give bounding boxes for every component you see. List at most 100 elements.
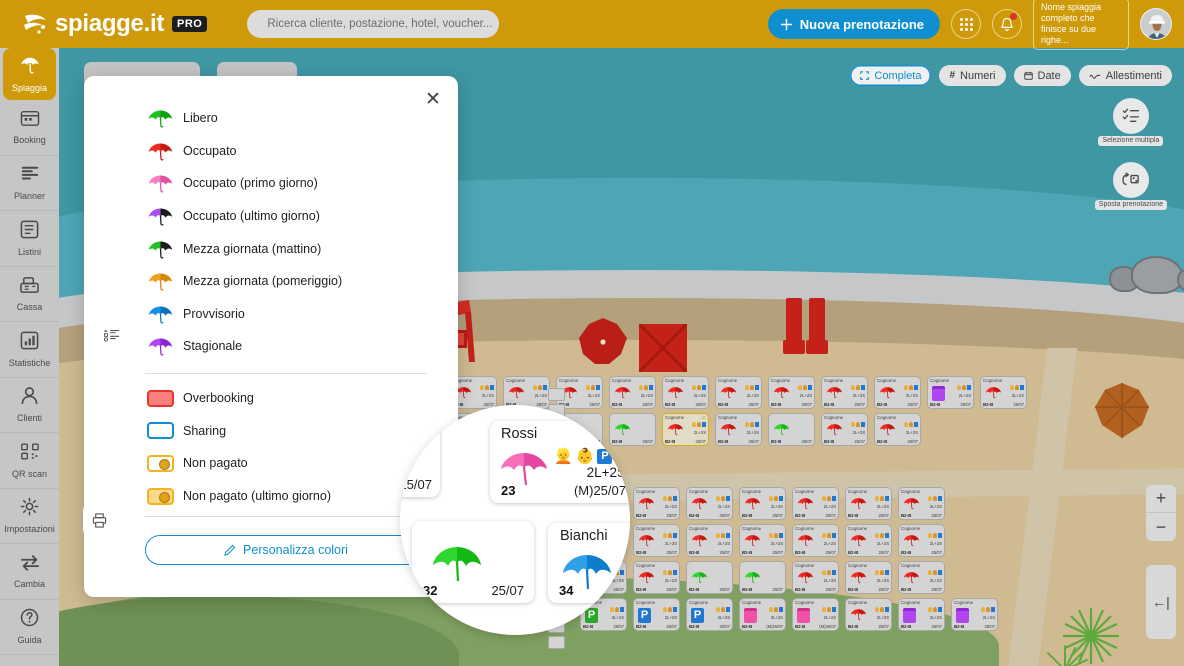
cabin-icon	[932, 386, 945, 401]
spot-mini-icons	[798, 385, 812, 390]
beach-spot-card[interactable]: Cognome2L+2S25/07B2-B	[633, 524, 680, 557]
beach-spot-card[interactable]: Cognome2L+2S25/07B2-B	[898, 561, 945, 594]
sidebar-item-booking[interactable]: Booking	[0, 100, 59, 156]
beach-spot-card[interactable]: Cognome2L+2S25/07B2-B	[633, 487, 680, 520]
magnified-spot-card[interactable]: 25/07	[400, 421, 440, 497]
beach-spot-card[interactable]: Cognome2L+2S25/07B2-B	[792, 524, 839, 557]
sidebar-item-planner[interactable]: Planner	[0, 156, 59, 211]
beach-spot-card[interactable]: Cognome2L+2S25/07B2-B	[821, 376, 868, 409]
beach-spot-card[interactable]: 25/07 B2-B	[768, 413, 815, 446]
beach-spot-card[interactable]: Cognome2L+2S25/07B2-B	[845, 561, 892, 594]
beach-spot-card[interactable]: Cognome2L+2S25/07B2-B	[715, 376, 762, 409]
beach-spot-card[interactable]: Cognome2L+2S25/07B2-B	[768, 376, 815, 409]
spot-occupancy: 2L+2S	[929, 615, 942, 620]
spot-code: B2-B	[583, 624, 594, 629]
sidebar-item-impostazioni[interactable]: Impostazioni	[0, 489, 59, 544]
magnified-spot-card-green[interactable]: 32 25/07	[412, 521, 534, 603]
sidebar-item-cassa[interactable]: Cassa	[0, 267, 59, 322]
side-tool-label: Sposta prenotazione	[1094, 200, 1167, 210]
side-tool-sposta-prenotazione[interactable]: Sposta prenotazione	[1094, 162, 1167, 210]
side-tool-selezione-multipla[interactable]: Selezione multipla	[1098, 98, 1164, 146]
beach-spot-card[interactable]: Cognome2L+2S25/07B2-B	[686, 524, 733, 557]
beach-spot-card[interactable]: Cognome2L+2S25/07B2-B	[821, 413, 868, 446]
sidebar-item-label: QR scan	[11, 468, 47, 479]
zoom-out-button[interactable]: −	[1146, 513, 1176, 541]
zoom-controls[interactable]: + −	[1146, 485, 1176, 541]
brand-logo[interactable]: spiagge.it PRO	[22, 10, 208, 38]
color-swatch	[145, 389, 175, 407]
beach-spot-card[interactable]: Cognome 2L+2S (M)25/07 B2-B	[792, 598, 839, 631]
collapse-panel-button[interactable]: ←|	[1146, 565, 1176, 639]
sidebar-item-clienti[interactable]: Clienti	[0, 378, 59, 433]
zoom-in-button[interactable]: +	[1146, 485, 1176, 513]
beach-spot-card[interactable]: Cognome2L+2S25/07B2-B	[898, 524, 945, 557]
spot-mini-icons	[822, 533, 836, 538]
beach-spot-card[interactable]: 25/07 B2-B	[739, 561, 786, 594]
toolbar-button-completa[interactable]: Completa	[850, 65, 932, 86]
beach-spot-card[interactable]: Cognome2L+2S25/07B2-B	[898, 487, 945, 520]
beach-spot-card[interactable]: Cognome2L+2S25/07B2-B	[792, 561, 839, 594]
map-side-tools[interactable]: Selezione multipla Sposta prenotazione	[1094, 98, 1167, 210]
spot-occupancy: 2L+2S	[481, 393, 494, 398]
beach-spot-card[interactable]: Cognome 2L+2S (M)25/07 B2-B	[739, 598, 786, 631]
spot-name: Cognome	[689, 526, 709, 531]
spot-code: B2-B	[742, 513, 753, 518]
beach-spot-card[interactable]: Cognome2L+2S25/07B2-B	[503, 376, 550, 409]
beach-spot-card[interactable]: Cognome2L+2S25/07B2-B	[874, 376, 921, 409]
toolbar-button-allestimenti[interactable]: Allestimenti	[1078, 65, 1172, 86]
beach-spot-card[interactable]: Cognome2L+2S25/07B2-B	[662, 376, 709, 409]
spot-date: 25/07	[589, 402, 600, 407]
beach-spot-card[interactable]: Cognome P 2L+2S 25/07 B2-B	[686, 598, 733, 631]
sidebar-item-statistiche[interactable]: Statistiche	[0, 322, 59, 378]
customize-colors-button[interactable]: Personalizza colori	[145, 535, 427, 565]
spot-occupancy: 2L+2S	[693, 430, 706, 435]
umbrella-icon	[849, 496, 868, 510]
decor-parasol-icon	[579, 318, 627, 364]
sidebar-item-qr-scan[interactable]: QR scan	[0, 433, 59, 489]
map-toolbar[interactable]: Completa # Numeri Date Allestimenti	[850, 65, 1172, 86]
spot-name: Cognome	[901, 600, 921, 605]
notifications-button[interactable]	[992, 9, 1022, 39]
apps-grid-button[interactable]	[951, 9, 981, 39]
cabin-slot[interactable]	[548, 636, 565, 649]
color-swatch	[145, 422, 175, 440]
beach-spot-card[interactable]: Cognome2L+2S25/07B2-B	[845, 598, 892, 631]
beach-spot-card[interactable]: Cognome2L+2S25/07B2-B	[686, 487, 733, 520]
toolbar-button-date[interactable]: Date	[1013, 65, 1071, 86]
beach-name-label[interactable]: Nome spiaggia completo che finisce su du…	[1033, 0, 1129, 50]
beach-spot-card[interactable]: Cognome2L+2S25/07B2-B	[715, 413, 762, 446]
close-icon[interactable]: ✕	[422, 88, 444, 110]
beach-spot-card[interactable]: Cognome2L+2S25/07B2-B	[874, 413, 921, 446]
beach-spot-card[interactable]: Cognome2L+2S25/07B2-B	[845, 487, 892, 520]
beach-spot-card[interactable]: Cognome2L+2S25/07B2-B	[927, 376, 974, 409]
sidebar-item-guida[interactable]: Guida	[0, 600, 59, 655]
beach-spot-card[interactable]: Cognome2L+2S25/07B2-B	[739, 487, 786, 520]
beach-spot-card[interactable]: Cognome2L+2S25/07B2-B	[739, 524, 786, 557]
beach-spot-card[interactable]: Cognome2L+2S25/07B2-B	[951, 598, 998, 631]
beach-spot-card[interactable]: Cognome2L+2S25/07B2-B	[633, 561, 680, 594]
spot-date: 25/07	[854, 402, 865, 407]
toolbar-button-numeri[interactable]: # Numeri	[939, 65, 1006, 86]
beach-spot-card[interactable]: Cognome2L+2S25/07B2-B	[792, 487, 839, 520]
beach-spot-card[interactable]: Cognome2L+2S25/07B2-B	[845, 524, 892, 557]
magnified-spot-card-bianchi[interactable]: Bianchi 34	[548, 523, 630, 603]
sidebar-item-cambia[interactable]: Cambia	[0, 544, 59, 600]
new-booking-button[interactable]: Nuova prenotazione	[767, 9, 940, 39]
magnified-spot-card-rossi[interactable]: Rossi 👱 👶 P 2L+2S 23 (M)25/07	[490, 421, 630, 503]
main-sidebar[interactable]: Spiaggia Booking Planner Listini Cassa Statis…	[0, 48, 59, 666]
avatar[interactable]	[1140, 8, 1172, 40]
print-button-modal[interactable]	[83, 504, 115, 536]
legend-button-top[interactable]	[97, 320, 127, 350]
sidebar-item-listini[interactable]: Listini	[0, 211, 59, 267]
sidebar-item-spiaggia[interactable]: Spiaggia	[3, 48, 56, 100]
beach-spot-card[interactable]: 25/07 B2-B	[686, 561, 733, 594]
beach-spot-card[interactable]: Cognome2L+2S25/07B2-B	[980, 376, 1027, 409]
beach-spot-card[interactable]: Cognome2L+2S25/07B2-B	[898, 598, 945, 631]
cabin-slot[interactable]	[548, 388, 565, 401]
beach-spot-card[interactable]: Cognome P 2L+2S 25/07 B2-B	[633, 598, 680, 631]
search-input[interactable]: Ricerca cliente, postazione, hotel, vouc…	[247, 10, 500, 38]
cabin-icon	[956, 608, 969, 623]
beach-spot-card[interactable]: Cognome2L+2S25/07B2-B	[609, 376, 656, 409]
beach-spot-card[interactable]: Cognome ⚠ 2L+2S 25/07 B2-B	[662, 413, 709, 446]
spot-date: 25/07	[854, 439, 865, 444]
